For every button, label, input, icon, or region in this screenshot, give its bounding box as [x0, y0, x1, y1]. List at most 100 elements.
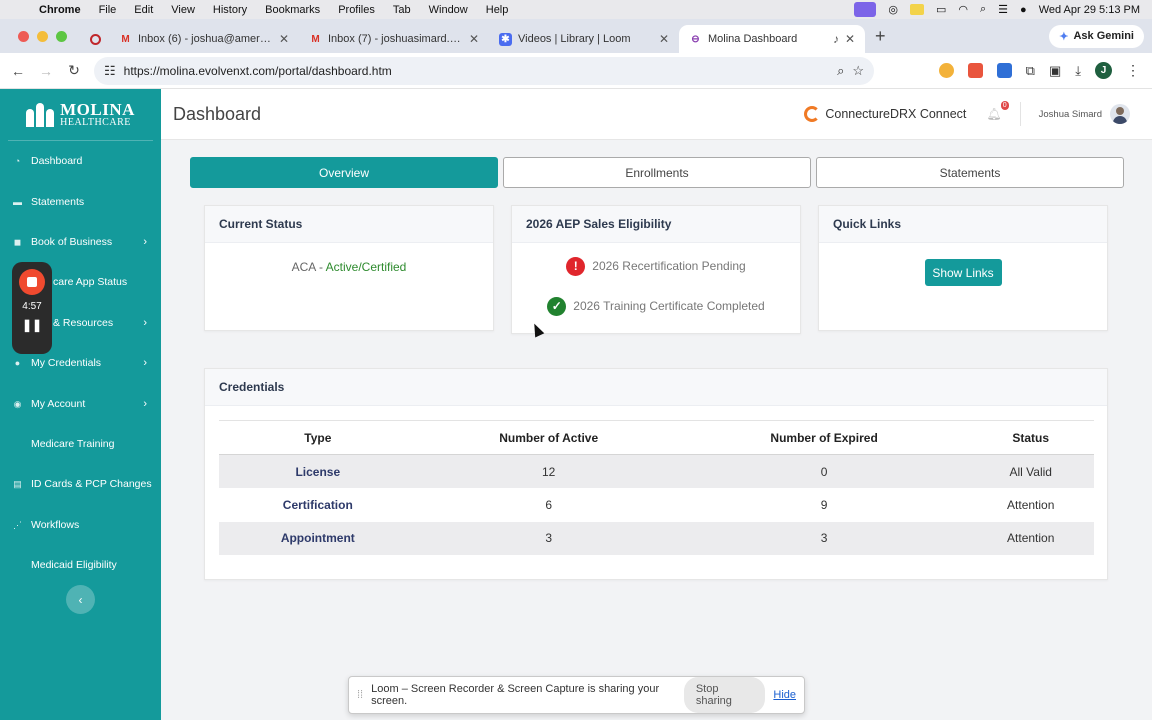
extension-calendar-icon[interactable] — [967, 63, 983, 78]
credentials-table: Type Number of Active Number of Expired … — [219, 420, 1094, 555]
molina-logo-mark — [26, 102, 55, 127]
tab-title: Videos | Library | Loom — [518, 33, 631, 45]
minimize-window-button[interactable] — [37, 30, 48, 42]
spotlight-icon[interactable]: ⌕ — [980, 3, 986, 16]
ask-gemini-label: Ask Gemini — [1073, 30, 1134, 42]
molina-logo[interactable]: MOLINA HEALTHCARE — [8, 89, 153, 141]
user-avatar[interactable] — [1110, 104, 1130, 124]
notifications-button[interactable]: 🔔︎ 0 — [986, 101, 1009, 121]
pause-icon[interactable]: ❚❚ — [22, 318, 42, 332]
menu-app-name[interactable]: Chrome — [30, 4, 90, 16]
menu-clock[interactable]: Wed Apr 29 5:13 PM — [1039, 4, 1140, 16]
reload-icon[interactable]: ↻ — [60, 62, 88, 79]
close-tab-icon[interactable]: ✕ — [659, 32, 669, 46]
connecture-link[interactable]: ConnectureDRX Connect — [804, 106, 966, 122]
credential-type[interactable]: Certification — [219, 488, 417, 522]
stop-recording-button[interactable] — [19, 269, 45, 295]
bookmark-star-icon[interactable]: ☆ — [852, 63, 864, 79]
ask-gemini-button[interactable]: ✦ Ask Gemini — [1049, 24, 1144, 48]
notes-icon[interactable] — [909, 4, 924, 15]
menu-help[interactable]: Help — [477, 4, 518, 16]
back-arrow-icon[interactable]: ← — [4, 63, 32, 79]
hide-link[interactable]: Hide — [773, 689, 796, 701]
stop-sharing-button[interactable]: Stop sharing — [683, 677, 766, 713]
dashboard-tabs: Overview Enrollments Statements — [190, 157, 1124, 188]
active-count: 3 — [416, 521, 681, 555]
menu-history[interactable]: History — [204, 4, 256, 16]
speaker-icon[interactable]: ♪ — [833, 32, 839, 46]
siri-icon[interactable]: ● — [1020, 4, 1027, 16]
card-title: Current Status — [205, 206, 493, 243]
workflow-icon: ⋰ — [13, 519, 22, 530]
kebab-menu-icon[interactable]: ⋮ — [1126, 62, 1140, 79]
menu-window[interactable]: Window — [420, 4, 477, 16]
menu-bookmarks[interactable]: Bookmarks — [256, 4, 329, 16]
close-window-button[interactable] — [18, 30, 29, 42]
show-links-button[interactable]: Show Links — [924, 259, 1002, 286]
control-center-icon[interactable]: ☰ — [998, 3, 1008, 16]
check-circle-icon: ✓ — [547, 296, 567, 316]
sidebar-item-workflows[interactable]: ⋰ Workflows — [0, 505, 161, 545]
close-tab-icon[interactable]: ✕ — [845, 32, 855, 46]
loom-icon: ✱ — [499, 32, 512, 46]
user-name[interactable]: Joshua Simard — [1039, 109, 1102, 120]
table-row: Appointment 3 3 Attention — [219, 521, 1094, 555]
sidebar-item-my-account[interactable]: ◉ My Account › — [0, 383, 161, 423]
loom-menu-icon[interactable]: ◎ — [888, 3, 898, 16]
extension-badge-icon[interactable] — [996, 63, 1012, 78]
extension-smiley-icon[interactable] — [938, 63, 954, 78]
site-info-icon[interactable]: ☷ — [104, 63, 116, 79]
column-header: Status — [967, 420, 1094, 455]
credential-type[interactable]: Appointment — [219, 521, 417, 555]
menu-profiles[interactable]: Profiles — [329, 4, 384, 16]
tab-loom-library[interactable]: ✱ Videos | Library | Loom ✕ — [489, 25, 679, 53]
tab-title: Inbox (7) - joshuasimard.heal — [328, 33, 463, 45]
collapse-sidebar-button[interactable]: ‹ — [66, 585, 95, 614]
credential-type[interactable]: License — [219, 454, 417, 488]
close-tab-icon[interactable]: ✕ — [469, 32, 479, 46]
sidebar-item-dashboard[interactable]: ◔ Dashboard — [0, 141, 161, 181]
tab-enrollments[interactable]: Enrollments — [503, 157, 811, 188]
expired-count: 0 — [680, 454, 968, 488]
sidebar-item-label: Statements — [31, 195, 85, 208]
drag-handle-icon[interactable]: ⁞⁞ — [357, 689, 363, 701]
close-tab-icon[interactable]: ✕ — [279, 32, 289, 46]
address-bar[interactable]: ☷ https://molina.evolvenxt.com/portal/da… — [94, 56, 874, 85]
download-icon[interactable]: ⤓ — [1075, 63, 1081, 79]
eligibility-text: 2026 Training Certificate Completed — [573, 299, 765, 313]
tab-molina-dashboard[interactable]: ⊖ Molina Dashboard ♪ ✕ — [679, 25, 865, 53]
tab-search-icon[interactable]: ▣ — [1049, 63, 1061, 79]
screen-record-icon[interactable] — [854, 2, 877, 17]
sidebar-item-medicare-training[interactable]: Medicare Training — [0, 424, 161, 464]
zoom-window-button[interactable] — [56, 30, 67, 42]
aep-eligibility-card: 2026 AEP Sales Eligibility ! 2026 Recert… — [511, 205, 801, 334]
column-header: Number of Active — [416, 420, 681, 455]
tab-overview[interactable]: Overview — [190, 157, 498, 188]
card-title: 2026 AEP Sales Eligibility — [512, 206, 800, 243]
menu-edit[interactable]: Edit — [125, 4, 162, 16]
browser-toolbar: ← → ↻ ☷ https://molina.evolvenxt.com/por… — [0, 53, 1152, 89]
new-tab-button[interactable]: + — [865, 26, 896, 47]
tab-gmail-inbox-6[interactable]: M Inbox (6) - joshua@americafi ✕ — [109, 25, 299, 53]
menu-file[interactable]: File — [90, 4, 126, 16]
extensions-puzzle-icon[interactable]: ⧉ — [1026, 63, 1035, 79]
zoom-search-icon[interactable]: ⌕ — [837, 63, 844, 79]
recording-tab[interactable] — [81, 25, 109, 53]
tab-statements[interactable]: Statements — [816, 157, 1124, 188]
menu-tab[interactable]: Tab — [384, 4, 420, 16]
sidebar-item-statements[interactable]: ▬ Statements — [0, 181, 161, 221]
sidebar-item-medicaid-eligibility[interactable]: Medicaid Eligibility — [0, 545, 161, 585]
menu-view[interactable]: View — [162, 4, 204, 16]
extensions-area: ⧉ ▣ ⤓ J ⋮ — [938, 62, 1152, 79]
forward-arrow-icon[interactable]: → — [32, 63, 60, 79]
tab-title: Molina Dashboard — [708, 33, 798, 45]
status-prefix: ACA - — [291, 260, 326, 274]
profile-avatar[interactable]: J — [1095, 62, 1112, 79]
main-header: Dashboard ConnectureDRX Connect 🔔︎ 0 Jos… — [161, 89, 1152, 140]
wifi-icon[interactable]: ◠ — [958, 3, 968, 16]
url-text[interactable]: https://molina.evolvenxt.com/portal/dash… — [124, 64, 829, 78]
sidebar-item-book-of-business[interactable]: ◼ Book of Business › — [0, 222, 161, 262]
battery-icon[interactable]: ▭ — [936, 3, 946, 16]
tab-gmail-inbox-7[interactable]: M Inbox (7) - joshuasimard.heal ✕ — [299, 25, 489, 53]
sidebar-item-id-cards[interactable]: ▤ ID Cards & PCP Changes — [0, 464, 161, 504]
